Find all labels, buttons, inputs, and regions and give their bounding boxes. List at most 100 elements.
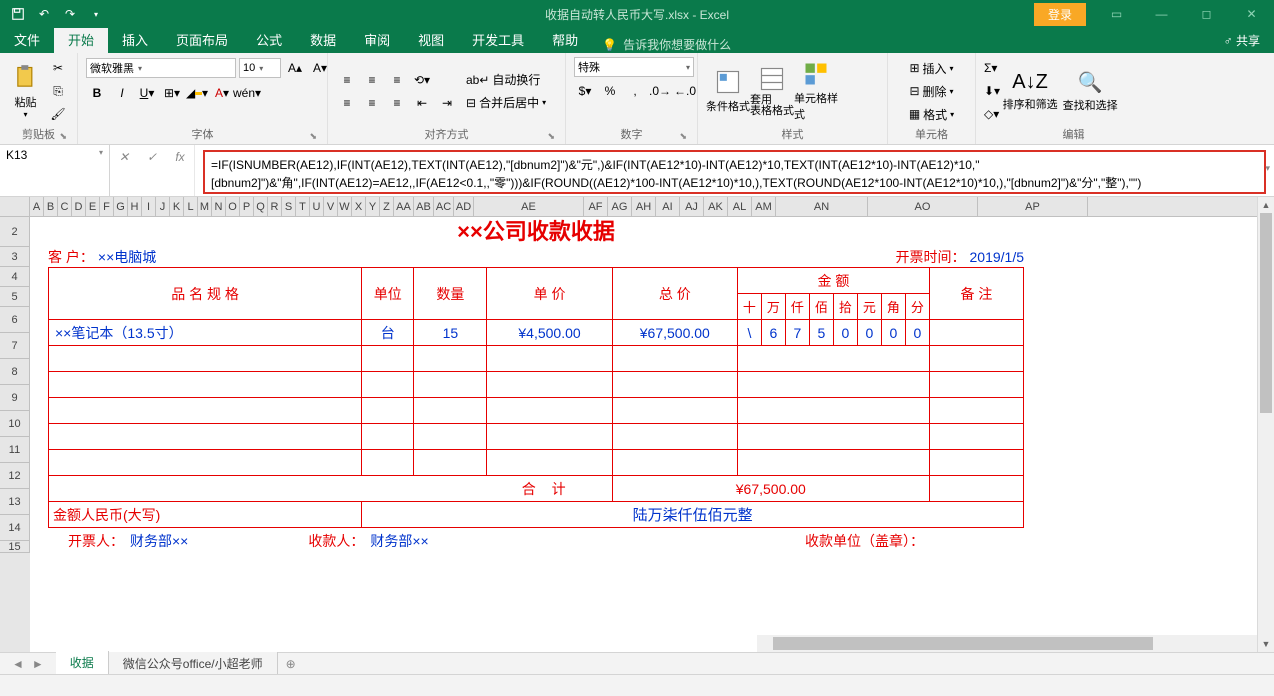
dialog-launcher-icon[interactable]: ⬊ [547,131,555,142]
ribbon-display-icon[interactable]: ▭ [1094,0,1139,28]
close-icon[interactable]: ✕ [1229,0,1274,28]
column-header[interactable]: M [198,197,212,216]
comma-button[interactable]: , [624,80,646,102]
tab-view[interactable]: 视图 [404,26,458,53]
format-painter-icon[interactable]: 🖌 [47,103,69,125]
decrease-indent-icon[interactable]: ⇤ [411,92,433,114]
formula-input[interactable]: =IF(ISNUMBER(AE12),IF(INT(AE12),TEXT(INT… [203,150,1266,194]
fx-icon[interactable]: fx [170,148,190,166]
column-header[interactable]: AM [752,197,776,216]
column-header[interactable]: AA [394,197,414,216]
column-header[interactable]: AH [632,197,656,216]
underline-button[interactable]: U▾ [136,82,158,104]
tab-formulas[interactable]: 公式 [242,26,296,53]
sheet-tab-2[interactable]: 微信公众号office/小超老师 [109,652,278,675]
column-header[interactable]: E [86,197,100,216]
font-name-combo[interactable]: 微软雅黑▾ [86,58,236,78]
scroll-down-icon[interactable]: ▼ [1258,636,1274,652]
scroll-up-icon[interactable]: ▲ [1258,197,1274,213]
format-table-button[interactable]: 套用 表格格式 [750,58,794,124]
align-middle-icon[interactable]: ≡ [361,69,383,91]
row-header[interactable]: 4 [0,267,30,287]
column-header[interactable]: AD [454,197,474,216]
row-header[interactable]: 6 [0,307,30,333]
column-header[interactable]: N [212,197,226,216]
increase-indent-icon[interactable]: ⇥ [436,92,458,114]
row-header[interactable]: 13 [0,489,30,515]
column-header[interactable]: AP [978,197,1088,216]
name-box[interactable]: ▾ [0,145,110,196]
enter-formula-icon[interactable]: ✓ [142,148,162,166]
tab-help[interactable]: 帮助 [538,26,592,53]
column-header[interactable]: Y [366,197,380,216]
row-header[interactable]: 5 [0,287,30,307]
scroll-thumb[interactable] [1260,213,1272,413]
row-header[interactable]: 3 [0,247,30,267]
row-header[interactable]: 7 [0,333,30,359]
percent-button[interactable]: % [599,80,621,102]
tab-review[interactable]: 审阅 [350,26,404,53]
conditional-format-button[interactable]: 条件格式 [706,58,750,124]
horizontal-scrollbar[interactable] [757,635,1257,652]
column-header[interactable]: B [44,197,58,216]
column-header[interactable]: AB [414,197,434,216]
row-header[interactable]: 8 [0,359,30,385]
column-header[interactable]: I [142,197,156,216]
find-select-button[interactable]: 🔍查找和选择 [1060,58,1120,124]
tab-insert[interactable]: 插入 [108,26,162,53]
column-header[interactable]: AN [776,197,868,216]
tab-page-layout[interactable]: 页面布局 [162,26,242,53]
column-header[interactable]: C [58,197,72,216]
cell-styles-button[interactable]: 单元格样式 [794,58,838,124]
dialog-launcher-icon[interactable]: ⬊ [309,131,317,142]
row-header[interactable]: 11 [0,437,30,463]
vertical-scrollbar[interactable]: ▲ ▼ [1257,197,1274,652]
column-header[interactable]: L [184,197,198,216]
increase-font-icon[interactable]: A▴ [284,57,306,79]
column-header[interactable]: AG [608,197,632,216]
column-header[interactable]: P [240,197,254,216]
copy-icon[interactable]: ⎘ [47,80,69,102]
sheet-nav-next-icon[interactable]: ► [32,657,44,671]
share-button[interactable]: ♂ 共享 [1210,28,1274,53]
redo-icon[interactable]: ↷ [60,4,80,24]
format-cells-button[interactable]: ▦格式▾ [909,103,954,125]
column-header[interactable]: AL [728,197,752,216]
align-left-icon[interactable]: ≡ [336,92,358,114]
dialog-launcher-icon[interactable]: ⬊ [59,131,67,142]
align-right-icon[interactable]: ≡ [386,92,408,114]
hscroll-thumb[interactable] [773,637,1153,650]
column-header[interactable]: F [100,197,114,216]
currency-button[interactable]: $▾ [574,80,596,102]
bold-button[interactable]: B [86,82,108,104]
row-header[interactable]: 2 [0,217,30,247]
column-header[interactable]: AJ [680,197,704,216]
column-header[interactable]: V [324,197,338,216]
column-header[interactable]: T [296,197,310,216]
dialog-launcher-icon[interactable]: ⬊ [679,131,687,142]
fill-button[interactable]: ⬇▾ [984,80,1000,102]
add-sheet-button[interactable]: ⊕ [278,657,304,671]
align-center-icon[interactable]: ≡ [361,92,383,114]
row-header[interactable]: 14 [0,515,30,541]
column-header[interactable]: U [310,197,324,216]
clear-button[interactable]: ◇▾ [984,103,1000,125]
align-top-icon[interactable]: ≡ [336,69,358,91]
column-header[interactable]: AF [584,197,608,216]
delete-cells-button[interactable]: ⊟删除▾ [909,80,953,102]
qat-customize-icon[interactable]: ▾ [86,4,106,24]
undo-icon[interactable]: ↶ [34,4,54,24]
orientation-icon[interactable]: ⟲▾ [411,69,433,91]
row-header[interactable]: 9 [0,385,30,411]
column-header[interactable]: Z [380,197,394,216]
paste-button[interactable]: 粘贴 ▾ [8,58,43,124]
italic-button[interactable]: I [111,82,133,104]
cancel-formula-icon[interactable]: ✕ [114,148,134,166]
phonetic-button[interactable]: wén▾ [236,82,258,104]
cut-icon[interactable]: ✂ [47,57,69,79]
column-header[interactable]: O [226,197,240,216]
column-header[interactable]: X [352,197,366,216]
autosum-button[interactable]: Σ▾ [984,57,1000,79]
spreadsheet-cells[interactable]: ××公司收款收据 客 户： ××电脑城 开票时间： 2019/1/5 品 名 规… [30,217,1274,663]
login-button[interactable]: 登录 [1034,3,1086,26]
